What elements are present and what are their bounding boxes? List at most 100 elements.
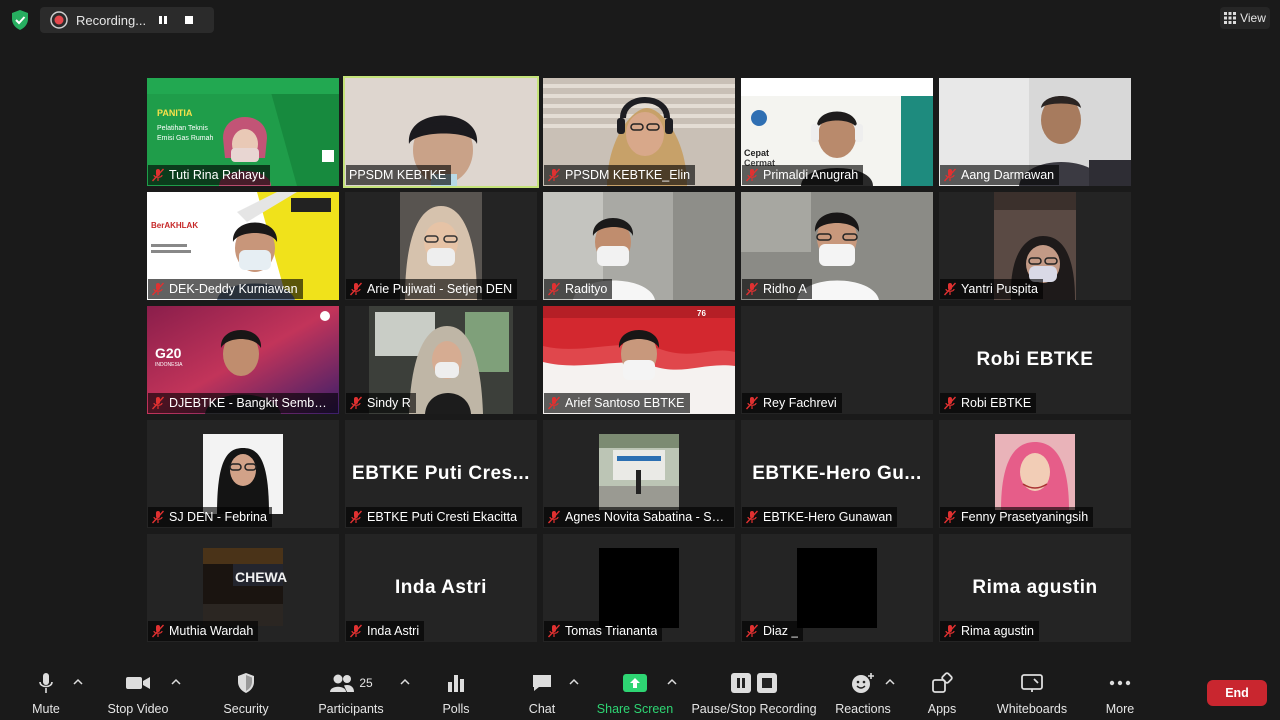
participant-name: Robi EBTKE [961,396,1032,410]
participant-nametag: PPSDM KEBTKE_Elin [544,165,696,185]
slide-text-panitia: PANITIA [157,108,193,118]
slide-text-emisi: Emisi Gas Rumah [157,135,214,142]
polls-button[interactable]: Polls [440,670,472,716]
participant-name: PPSDM KEBTKE [349,168,447,182]
video-tile[interactable]: Diaz _ [741,534,933,642]
chat-label: Chat [528,702,556,716]
video-tile[interactable]: EBTKE Puti Cres... EBTKE Puti Cresti Eka… [345,420,537,528]
chat-options-chevron-icon[interactable] [569,678,579,686]
participant-nametag: Tuti Rina Rahayu [148,165,271,185]
participants-icon [330,674,355,692]
whiteboards-button[interactable]: Whiteboards [992,670,1072,716]
stop-video-button[interactable]: Stop Video [104,670,172,716]
participants-button[interactable]: 25 Participants [316,670,386,716]
video-tile[interactable]: Fenny Prasetyaningsih [939,420,1131,528]
video-tile[interactable]: Agnes Novita Sabatina - Setj... [543,420,735,528]
reactions-button[interactable]: Reactions [834,670,892,716]
reactions-label: Reactions [835,702,891,716]
video-tile[interactable]: EBTKE-Hero Gu... EBTKE-Hero Gunawan [741,420,933,528]
video-tile[interactable]: PPSDM KEBTKE_Elin [543,78,735,186]
more-ellipsis-icon [1109,680,1131,686]
reactions-options-chevron-icon[interactable] [885,678,895,686]
view-button[interactable]: View [1220,7,1270,29]
pause-stop-recording-icon [731,673,777,693]
security-button[interactable]: Security [222,670,270,716]
video-options-chevron-icon[interactable] [171,678,181,686]
video-tile[interactable]: BerAKHLAK DEK-Deddy Kurniawan [147,192,339,300]
participants-count: 25 [359,676,373,690]
participant-name: Diaz _ [763,624,799,638]
svg-text:76: 76 [697,309,706,318]
video-tile[interactable]: 76 Arief Santoso EBTKE [543,306,735,414]
slide-text-cepat: Cepat [744,148,769,158]
video-tile[interactable]: CHEWA Muthia Wardah [147,534,339,642]
end-meeting-button[interactable]: End [1207,680,1267,706]
video-tile[interactable]: Aang Darmawan [939,78,1131,186]
participant-nametag: DEK-Deddy Kurniawan [148,279,303,299]
mute-label: Mute [32,702,60,716]
video-camera-icon [126,677,150,689]
share-screen-button[interactable]: Share Screen [597,670,673,716]
video-tile-active-speaker[interactable]: PPSDM KEBTKE [343,76,539,188]
video-tile[interactable]: Yantri Puspita [939,192,1131,300]
video-tile[interactable]: Tomas Triananta [543,534,735,642]
stop-recording-button[interactable] [180,11,198,29]
chat-button[interactable]: Chat [525,670,559,716]
participant-name: Aang Darmawan [961,168,1055,182]
video-tile[interactable]: Robi EBTKE Robi EBTKE [939,306,1131,414]
video-tile[interactable]: Radityo [543,192,735,300]
participant-name: Rima agustin [961,624,1034,638]
video-tile[interactable]: Cepat Cermat Primaldi Anugrah [741,78,933,186]
participant-nametag: SJ DEN - Febrina [148,507,272,527]
participant-name: Ridho A [763,282,807,296]
muted-mic-icon [943,396,957,410]
chat-bubble-icon [533,675,551,691]
video-tile[interactable]: G20 INDONESIA DJEBTKE - Bangkit Sembodo [147,306,339,414]
participant-nametag: Yantri Puspita [940,279,1043,299]
video-tile[interactable]: PANITIA Pelatihan Teknis Emisi Gas Rumah… [147,78,339,186]
muted-mic-icon [745,624,759,638]
pause-recording-button[interactable] [154,11,172,29]
participant-name: Arief Santoso EBTKE [565,396,685,410]
participant-nametag: Tomas Triananta [544,621,663,641]
pause-icon [159,16,167,24]
muted-mic-icon [943,282,957,296]
apps-label: Apps [927,702,957,716]
participant-nametag: Diaz _ [742,621,804,641]
participant-name: Yantri Puspita [961,282,1038,296]
muted-mic-icon [349,282,363,296]
participants-label: Participants [318,702,384,716]
participant-name: Arie Pujiwati - Setjen DEN [367,282,513,296]
mute-button[interactable]: Mute [27,670,65,716]
participant-nametag: PPSDM KEBTKE [346,165,452,185]
slide-text-berakhlak: BerAKHLAK [151,221,198,230]
video-tile[interactable]: Rey Fachrevi [741,306,933,414]
participant-nametag: EBTKE Puti Cresti Ekacitta [346,507,523,527]
muted-mic-icon [547,510,561,524]
mute-options-chevron-icon[interactable] [73,678,83,686]
participant-nametag: Sindy R [346,393,416,413]
stop-video-label: Stop Video [107,702,169,716]
security-label: Security [223,702,269,716]
apps-button[interactable]: Apps [924,670,960,716]
muted-mic-icon [943,168,957,182]
video-tile[interactable]: Rima agustin Rima agustin [939,534,1131,642]
participant-name: Inda Astri [367,624,420,638]
more-button[interactable]: More [1102,670,1138,716]
video-tile[interactable]: SJ DEN - Febrina [147,420,339,528]
security-shield-icon[interactable] [10,9,30,31]
video-tile[interactable]: Ridho A [741,192,933,300]
pause-stop-recording-button[interactable]: Pause/Stop Recording [690,670,818,716]
participants-options-chevron-icon[interactable] [400,678,410,686]
participant-nametag: Ridho A [742,279,812,299]
muted-mic-icon [349,624,363,638]
share-options-chevron-icon[interactable] [667,678,677,686]
video-tile[interactable]: Inda Astri Inda Astri [345,534,537,642]
muted-mic-icon [745,282,759,296]
video-tile[interactable]: Arie Pujiwati - Setjen DEN [345,192,537,300]
muted-mic-icon [745,510,759,524]
microphone-icon [39,673,53,693]
muted-mic-icon [943,510,957,524]
video-tile[interactable]: Sindy R [345,306,537,414]
participant-nametag: Fenny Prasetyaningsih [940,507,1094,527]
